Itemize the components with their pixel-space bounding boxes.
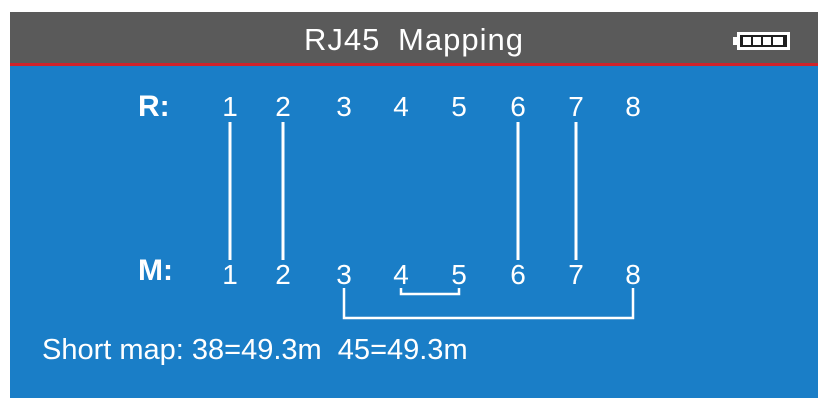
short-bracket-45 — [399, 288, 461, 296]
short-map-readout: Short map: 38=49.3m 45=49.3m — [42, 334, 468, 366]
short-bracket-38 — [342, 288, 635, 320]
tester-screen: RJ45 Mapping R: M: 12345678 12345678 Sho… — [10, 12, 818, 398]
